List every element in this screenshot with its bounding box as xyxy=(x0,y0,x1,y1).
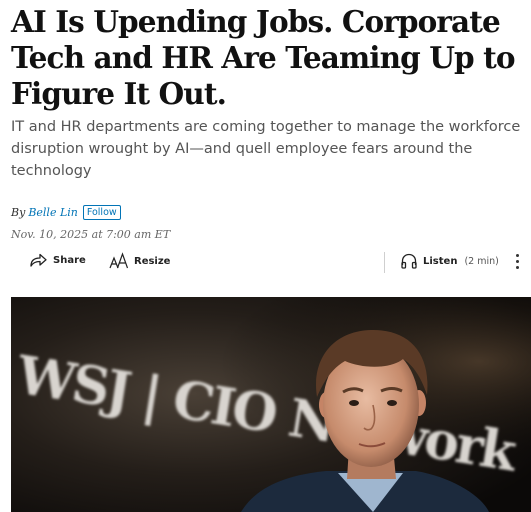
share-label: Share xyxy=(53,254,86,266)
byline: By Belle Lin Follow xyxy=(11,205,121,220)
article-dek: IT and HR departments are coming togethe… xyxy=(11,119,521,179)
share-arrow-icon xyxy=(28,252,48,268)
article-toolbar: Share Resize Listen (2 min) xyxy=(0,248,531,278)
toolbar-divider xyxy=(384,252,385,273)
headphones-icon xyxy=(400,252,418,270)
share-button[interactable]: Share xyxy=(28,252,86,268)
resize-button[interactable]: Resize xyxy=(109,252,170,270)
listen-button[interactable]: Listen (2 min) xyxy=(400,252,499,270)
follow-button[interactable]: Follow xyxy=(82,205,121,220)
resize-label: Resize xyxy=(134,255,171,267)
vertical-ellipsis-icon xyxy=(511,254,523,269)
text-resize-icon xyxy=(109,252,129,270)
more-options-button[interactable] xyxy=(511,254,523,272)
author-link[interactable]: Belle Lin xyxy=(28,206,78,219)
byline-prefix: By xyxy=(11,206,26,219)
listen-label: Listen xyxy=(423,255,458,267)
article-headline: AI Is Upending Jobs. Corporate Tech and … xyxy=(11,4,516,111)
hero-image: WSJ | CIO Network xyxy=(11,297,531,512)
publish-timestamp: Nov. 10, 2025 at 7:00 am ET xyxy=(11,228,171,241)
listen-duration: (2 min) xyxy=(464,255,499,267)
